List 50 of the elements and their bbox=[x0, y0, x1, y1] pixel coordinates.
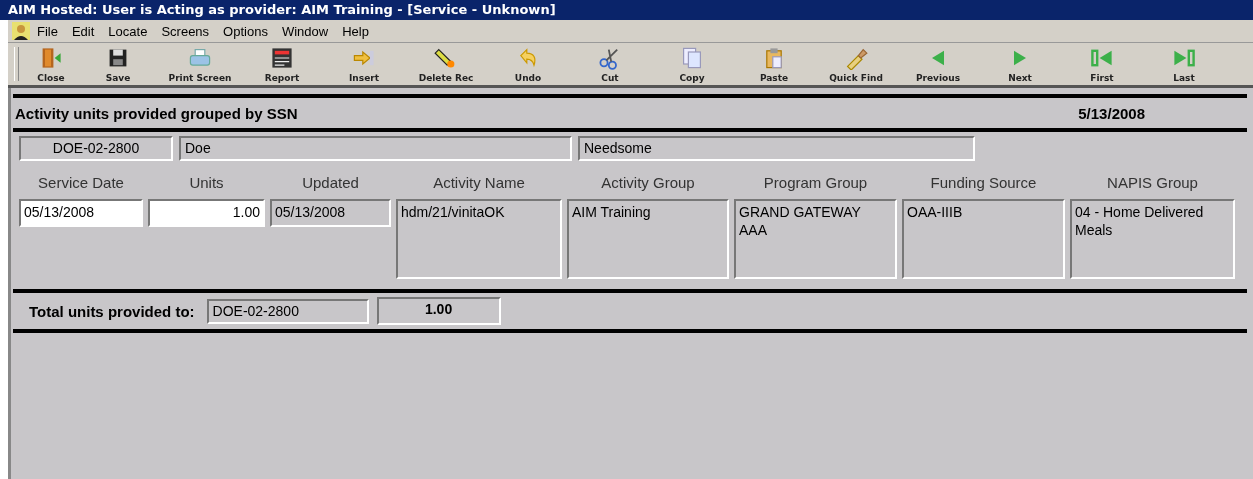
menu-item[interactable]: Locate bbox=[101, 23, 155, 39]
toolbar-button[interactable]: Last bbox=[1143, 44, 1225, 84]
table-cell: 05/13/2008 bbox=[270, 199, 391, 227]
copy-icon bbox=[680, 45, 704, 70]
ssn-field: DOE-02-2800 bbox=[206, 298, 369, 324]
window-title: AIM Hosted: User is Acting as provider: AIM Training - [Service - Unknown] bbox=[0, 0, 1253, 20]
client-field[interactable]: Doe bbox=[179, 136, 572, 161]
table-cell: AIM Training bbox=[567, 199, 729, 279]
report-date: 5/13/2008 bbox=[1078, 104, 1145, 122]
toolbar-button[interactable]: Close bbox=[25, 44, 77, 84]
column-header: Program Group bbox=[762, 173, 869, 193]
toolbar-button[interactable]: Report bbox=[241, 44, 323, 84]
table-cell: OAA-IIIB bbox=[902, 199, 1065, 279]
column-header: Funding Source bbox=[929, 173, 1038, 193]
toolbar-button[interactable]: Next bbox=[979, 44, 1061, 84]
column-header: Activity Name bbox=[432, 173, 526, 193]
column-header: Units bbox=[188, 173, 225, 193]
toolbar-button[interactable]: Cut bbox=[569, 44, 651, 84]
table-cell[interactable]: 1.00 bbox=[148, 199, 265, 227]
column-header: Activity Group bbox=[600, 173, 696, 193]
client-field[interactable]: DOE-02-2800 bbox=[19, 136, 173, 161]
toolbar-button[interactable]: Paste bbox=[733, 44, 815, 84]
toolbar-button[interactable]: First bbox=[1061, 44, 1143, 84]
menu-item[interactable]: Screens bbox=[154, 23, 217, 39]
menu-item[interactable]: Options bbox=[216, 23, 275, 39]
table-cell: 04 - Home Delivered Meals bbox=[1070, 199, 1235, 279]
table-cell: GRAND GATEWAY AAA bbox=[734, 199, 897, 279]
toolbar-button[interactable]: Save bbox=[77, 44, 159, 84]
menu-item[interactable]: Window bbox=[274, 23, 336, 39]
menu-item[interactable]: Help bbox=[335, 23, 376, 39]
user-icon[interactable] bbox=[12, 22, 30, 40]
toolbar-button[interactable]: Copy bbox=[651, 44, 733, 84]
report-icon bbox=[270, 45, 294, 70]
toolbar-button[interactable]: Delete Rec bbox=[405, 44, 487, 84]
column-header: NAPIS Group bbox=[1106, 173, 1199, 193]
toolbar-button[interactable]: Previous bbox=[897, 44, 979, 84]
total-label: Total units provided to: bbox=[29, 302, 195, 320]
column-header: Updated bbox=[301, 173, 360, 193]
report-title: Activity units provided grouped by SSN bbox=[15, 104, 298, 122]
toolbar-button[interactable]: Quick Find bbox=[815, 44, 897, 84]
menu-item[interactable]: File bbox=[30, 23, 65, 39]
table-cell: hdm/21/vinitaOK bbox=[396, 199, 562, 279]
total-units: 1.00 bbox=[376, 297, 501, 325]
menu-item[interactable]: Edit bbox=[64, 23, 102, 39]
column-header: Service Date bbox=[37, 173, 125, 193]
toolbar-button[interactable]: Insert bbox=[323, 44, 405, 84]
toolbar-button[interactable]: Print Screen bbox=[159, 44, 241, 84]
table-cell[interactable]: 05/13/2008 bbox=[19, 199, 143, 227]
toolbar-button[interactable]: Undo bbox=[487, 44, 569, 84]
client-field[interactable]: Needsome bbox=[578, 136, 975, 161]
